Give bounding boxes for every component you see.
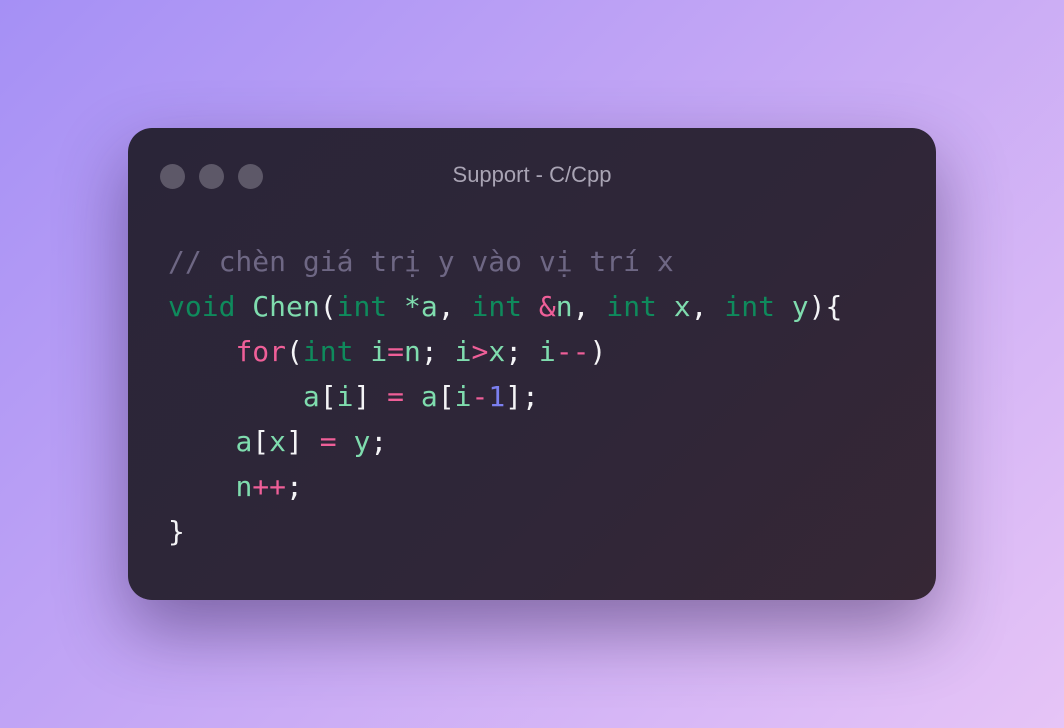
code-line: void Chen(int *a, int &n, int x, int y){ xyxy=(168,284,842,329)
code-token-id: n xyxy=(404,335,421,368)
code-token-pl: , xyxy=(572,290,607,323)
code-token-kw: int xyxy=(302,335,354,368)
code-token-id: y xyxy=(791,290,809,323)
code-token-pl: ( xyxy=(286,335,303,368)
code-token-pl: ( xyxy=(319,290,337,323)
code-token-pl: [ xyxy=(319,380,337,413)
code-line: // chèn giá trị y vào vị trí x xyxy=(168,239,842,284)
code-token-op: = xyxy=(387,335,405,368)
code-token-id: n xyxy=(235,470,253,503)
code-token-op: = xyxy=(319,425,337,458)
code-token-op: -- xyxy=(555,335,590,368)
code-token-op: for xyxy=(235,335,287,368)
code-token-pl: , xyxy=(437,290,472,323)
code-token-pl: [ xyxy=(252,425,270,458)
code-token-id: i xyxy=(370,335,388,368)
code-token-op: > xyxy=(471,335,489,368)
code-token-pl: } xyxy=(168,515,185,548)
code-token-pl: , xyxy=(690,290,725,323)
code-token-kw: int xyxy=(724,290,775,323)
code-token-pl: ] xyxy=(353,380,388,413)
code-token-id: i xyxy=(454,380,472,413)
code-line: for(int i=n; i>x; i--) xyxy=(168,329,842,374)
code-token-pl: ){ xyxy=(808,290,843,323)
code-token-num: 1 xyxy=(488,380,506,413)
code-token-id: x xyxy=(488,335,506,368)
code-token-pl: ; xyxy=(286,470,303,503)
code-line: a[i] = a[i-1]; xyxy=(168,374,842,419)
code-token-id: y xyxy=(353,425,371,458)
code-line: a[x] = y; xyxy=(168,419,842,464)
code-token-id: a xyxy=(420,380,438,413)
code-token-fn: Chen xyxy=(252,290,320,323)
window-title: Support - C/Cpp xyxy=(452,162,612,187)
code-token-pl: ; xyxy=(420,335,455,368)
code-token-id: a xyxy=(235,425,253,458)
code-token-comment: // chèn giá trị y vào vị trí x xyxy=(168,245,674,278)
code-token-kw: void xyxy=(168,290,236,323)
code-token-id: x xyxy=(673,290,691,323)
code-token-kw: int xyxy=(606,290,657,323)
code-token-pl: ; xyxy=(505,335,539,368)
code-token-pl: ] xyxy=(286,425,320,458)
code-token-kw: int xyxy=(471,290,523,323)
code-line: n++; xyxy=(168,464,842,509)
code-token-pl: ; xyxy=(370,425,388,458)
code-token-id: i xyxy=(454,335,472,368)
code-token-id: i xyxy=(336,380,354,413)
code-block: // chèn giá trị y vào vị trí x void Chen(… xyxy=(168,239,842,554)
code-token-pl: [ xyxy=(437,380,455,413)
code-token-id: *a xyxy=(404,290,438,323)
code-token-op: ++ xyxy=(252,470,287,503)
code-token-id: i xyxy=(538,335,556,368)
code-token-id: a xyxy=(302,380,320,413)
code-line: } xyxy=(168,509,842,554)
code-window: Support - C/Cpp // chèn giá trị y vào vị… xyxy=(128,128,936,600)
code-token-op: = xyxy=(387,380,405,413)
code-token-op: & xyxy=(538,290,556,323)
code-token-id: x xyxy=(269,425,287,458)
code-token-pl: ) xyxy=(589,335,607,368)
code-token-id: n xyxy=(555,290,573,323)
code-token-kw: int xyxy=(336,290,388,323)
code-token-pl: ]; xyxy=(505,380,539,413)
code-token-op: - xyxy=(471,380,489,413)
